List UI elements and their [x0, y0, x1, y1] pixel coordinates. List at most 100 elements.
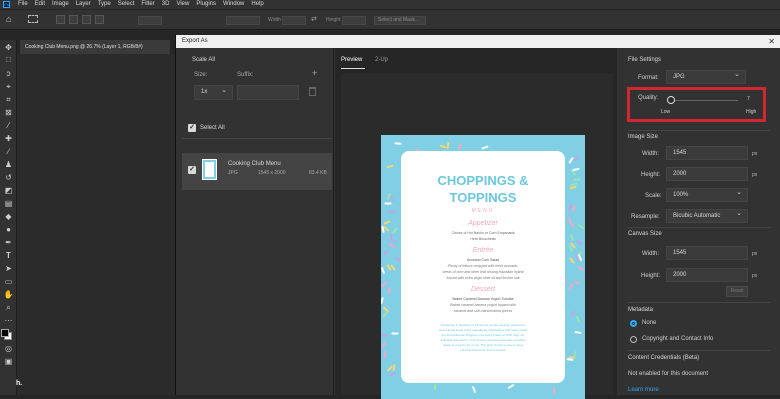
sprinkle-decoration: [507, 384, 515, 390]
gradient-tool-icon[interactable]: ▤: [3, 199, 14, 208]
frame-tool-icon[interactable]: ⊠: [3, 108, 14, 117]
object-select-tool-icon[interactable]: ⌖: [3, 82, 14, 91]
sprinkle-decoration: [575, 316, 581, 324]
menu-plugins[interactable]: Plugins: [196, 0, 216, 9]
sprinkle-decoration: [577, 223, 585, 230]
menu-help[interactable]: Help: [251, 0, 263, 9]
marquee-tool-icon[interactable]: [28, 15, 38, 23]
new-selection-icon[interactable]: [56, 15, 65, 24]
reset-canvas-button[interactable]: Reset: [726, 286, 748, 297]
height-field[interactable]: [342, 16, 366, 25]
menu-3d[interactable]: 3D: [162, 0, 170, 9]
menu-layer[interactable]: Layer: [76, 0, 91, 9]
screen-mode-icon[interactable]: ▣: [3, 357, 14, 366]
marquee-tool-icon[interactable]: ⬚: [3, 56, 14, 65]
quality-slider-track[interactable]: [668, 100, 738, 101]
close-icon[interactable]: ✕: [768, 35, 775, 48]
height-input[interactable]: 2000: [666, 167, 748, 181]
move-tool-icon[interactable]: ✥: [3, 43, 14, 52]
menu-file[interactable]: File: [18, 0, 28, 9]
sprinkle-decoration: [577, 265, 585, 271]
assets-panel: Scale All Size: Suffix: + 1x ✓ Select Al…: [176, 48, 334, 395]
menu-section-entree: Entrée: [472, 247, 494, 254]
menu-title-line2: TOPPINGS: [449, 190, 517, 205]
sprinkle-decoration: [383, 350, 387, 359]
menu-view[interactable]: View: [176, 0, 189, 9]
lasso-tool-icon[interactable]: ↄ: [3, 69, 14, 78]
feather-field[interactable]: [138, 16, 162, 25]
sprinkle-decoration: [381, 340, 387, 348]
dodge-tool-icon[interactable]: ●: [3, 225, 14, 234]
width-label: Width: [268, 17, 281, 23]
menu-footer-line: plates to cook for the menu. The main ch…: [442, 343, 524, 347]
menu-filter[interactable]: Filter: [141, 0, 154, 9]
brush-tool-icon[interactable]: ∕: [3, 147, 14, 156]
menu-edit[interactable]: Edit: [35, 0, 45, 9]
style-select[interactable]: [226, 16, 260, 25]
dialog-title-bar: Export As ✕: [176, 35, 780, 48]
hand-tool-icon[interactable]: ✋: [3, 290, 14, 299]
pen-tool-icon[interactable]: ✒: [3, 238, 14, 247]
select-all-checkbox[interactable]: ✓: [188, 124, 196, 132]
blur-tool-icon[interactable]: ◆: [3, 212, 14, 221]
metadata-copyright-radio[interactable]: [630, 336, 637, 343]
quality-label: Quality:: [638, 95, 659, 101]
tab-indicator: [341, 68, 365, 69]
suffix-input[interactable]: [237, 85, 299, 100]
sprinkle-decoration: [386, 164, 394, 169]
select-and-mask-button[interactable]: Select and Mask...: [374, 16, 426, 25]
rectangle-tool-icon[interactable]: ▭: [3, 277, 14, 286]
sprinkle-decoration: [388, 242, 396, 249]
learn-more-link[interactable]: Learn more: [628, 387, 659, 393]
home-icon[interactable]: ⌂: [6, 14, 11, 24]
asset-dimensions: 1545 x 2000: [258, 170, 286, 176]
size-select[interactable]: 1x: [194, 84, 233, 100]
divider: [628, 302, 770, 303]
resample-select[interactable]: Bicubic Automatic: [666, 208, 748, 223]
edit-toolbar-icon[interactable]: ⋯: [3, 316, 14, 325]
zoom-tool-icon[interactable]: ⌕: [3, 303, 14, 312]
quality-slider-knob[interactable]: [667, 96, 675, 104]
add-scale-icon[interactable]: +: [312, 68, 317, 78]
tab-preview[interactable]: Preview: [341, 57, 362, 63]
history-brush-tool-icon[interactable]: ↺: [3, 173, 14, 182]
canvas-height-input[interactable]: 2000: [666, 268, 748, 282]
width-input[interactable]: 1545: [666, 146, 748, 160]
sprinkle-decoration: [568, 257, 575, 264]
menu-window[interactable]: Window: [223, 0, 244, 9]
subtract-selection-icon[interactable]: [82, 15, 91, 24]
document-tab[interactable]: Cooking Club Menu.png @ 26.7% (Layer 1, …: [20, 40, 170, 54]
quick-mask-icon[interactable]: ◎: [3, 344, 14, 353]
menu-section-dessert: Dessert: [470, 286, 496, 293]
sprinkle-decoration: [575, 240, 583, 246]
quality-high-label: High: [746, 109, 757, 115]
eyedropper-tool-icon[interactable]: ⁄: [3, 121, 14, 130]
sprinkle-decoration: [572, 280, 581, 286]
menu-select[interactable]: Select: [118, 0, 135, 9]
path-selection-tool-icon[interactable]: ➤: [3, 264, 14, 273]
eraser-tool-icon[interactable]: ◩: [3, 186, 14, 195]
menu-image[interactable]: Image: [52, 0, 69, 9]
menu-line: Choice of Hot Nacho or Corn Empanada: [451, 231, 515, 235]
foreground-color-swatch[interactable]: [1, 329, 9, 337]
tab-2-up[interactable]: 2-Up: [375, 57, 388, 63]
sprinkle-decoration: [570, 234, 574, 242]
crop-tool-icon[interactable]: ⌗: [3, 95, 14, 104]
asset-checkbox[interactable]: ✓: [188, 166, 196, 174]
asset-row[interactable]: ✓ Cooking Club Menu JPG 1545 x 2000 83.4…: [182, 153, 332, 190]
add-selection-icon[interactable]: [69, 15, 78, 24]
scale-all-heading: Scale All: [192, 57, 216, 63]
format-select[interactable]: JPG: [666, 69, 746, 84]
healing-brush-tool-icon[interactable]: ✚: [3, 134, 14, 143]
clone-stamp-tool-icon[interactable]: ♟: [3, 160, 14, 169]
scale-select[interactable]: 100%: [666, 187, 748, 202]
trash-icon[interactable]: [309, 87, 316, 96]
canvas-width-input[interactable]: 1545: [666, 246, 748, 260]
intersect-selection-icon[interactable]: [95, 15, 104, 24]
menu-type[interactable]: Type: [98, 0, 111, 9]
swap-icon[interactable]: ⇄: [311, 15, 317, 23]
metadata-none-radio[interactable]: [630, 320, 637, 327]
type-tool-icon[interactable]: T: [3, 251, 14, 260]
quality-value: 7: [747, 96, 750, 102]
width-field[interactable]: [282, 16, 306, 25]
